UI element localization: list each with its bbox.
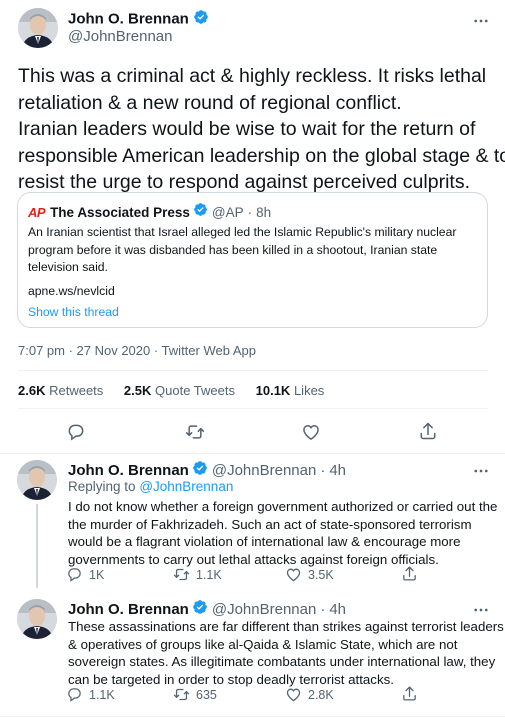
quoted-text-line: television said.	[28, 260, 108, 274]
engagement-stats: 2.6K Retweets 2.5K Quote Tweets 10.1K Li…	[18, 383, 324, 398]
tweet-timestamp[interactable]: 7:07 pm · 27 Nov 2020 · Twitter Web App	[18, 343, 256, 358]
tweet-text-line: Iranian leaders would be wise to wait fo…	[18, 118, 476, 140]
retweet-count: 1.1K	[196, 567, 222, 582]
more-options-icon[interactable]	[472, 12, 490, 35]
verified-badge-icon	[192, 460, 208, 481]
reply-author-handle[interactable]: @JohnBrennan	[212, 601, 316, 618]
quoted-author-handle: @AP	[211, 204, 244, 220]
reply-time[interactable]: 4h	[329, 601, 346, 618]
quoted-author-name: The Associated Press	[50, 204, 190, 220]
retweet-icon	[173, 688, 190, 701]
divider	[18, 370, 488, 371]
tweet-text-line: responsible American leadership on the g…	[18, 144, 505, 167]
replying-to-link[interactable]: @JohnBrennan	[139, 479, 233, 494]
avatar-portrait-icon	[18, 8, 58, 48]
reply-text-line: can be targeted in order to stop deadly …	[68, 671, 394, 687]
like-count: 3.5K	[308, 567, 334, 582]
reply-text-line: & operatives of groups like al-Qaida & I…	[68, 636, 458, 652]
tweet-text-line: This was a criminal act & highly reckles…	[18, 65, 487, 87]
author-avatar[interactable]	[18, 8, 58, 48]
reply-icon	[68, 424, 84, 441]
avatar-portrait-icon	[17, 599, 57, 639]
retweet-icon	[173, 568, 190, 581]
more-options-icon[interactable]	[472, 462, 490, 485]
retweets-label: Retweets	[49, 383, 104, 398]
reply-author-name[interactable]: John O. Brennan	[68, 462, 189, 479]
separator-dot: ·	[247, 204, 253, 220]
verified-badge-icon	[192, 599, 208, 620]
share-button[interactable]	[401, 565, 418, 587]
retweet-count: 635	[196, 687, 217, 702]
reply-count: 1K	[89, 567, 105, 582]
share-icon	[403, 566, 416, 581]
likes-label: Likes	[293, 383, 325, 398]
ap-logo-icon: AP	[28, 204, 46, 220]
like-button[interactable]: 2.8K	[285, 686, 334, 703]
heart-icon	[286, 688, 301, 702]
share-button[interactable]	[418, 421, 438, 446]
quoted-time: 8h	[256, 204, 272, 220]
divider	[0, 453, 505, 454]
likes-stat[interactable]: 10.1K Likes	[256, 383, 325, 398]
reply-text-line: would be a flagrant violation of interna…	[68, 534, 461, 549]
tweet-text: This was a criminal act & highly reckles…	[18, 63, 505, 196]
separator-dot: ·	[320, 601, 326, 618]
reply-text-line: sovereign states. As illegitimate combat…	[68, 654, 496, 669]
tweet-text-line: retaliation & a new round of regional co…	[18, 91, 402, 114]
author-handle[interactable]: @JohnBrennan	[68, 28, 172, 45]
reply-avatar[interactable]	[17, 599, 57, 639]
likes-value: 10.1K	[255, 383, 291, 398]
like-button[interactable]: 3.5K	[285, 566, 334, 583]
quoted-text-line: An Iranian scientist that Israel alleged…	[28, 225, 457, 239]
reply-time[interactable]: 4h	[329, 462, 346, 479]
quoted-text-line: program before it was disbanded has been…	[28, 242, 438, 257]
show-thread-link[interactable]: Show this thread	[28, 305, 119, 319]
like-button[interactable]	[301, 422, 321, 447]
quotes-value: 2.5K	[123, 383, 152, 398]
reply-text: These assassinations are far different t…	[68, 618, 504, 688]
reply-icon	[68, 688, 81, 702]
retweet-button[interactable]: 1.1K	[173, 566, 222, 583]
reply-text: I do not know whether a foreign governme…	[68, 498, 498, 568]
reply-author-handle[interactable]: @JohnBrennan	[212, 462, 316, 479]
verified-badge-icon	[193, 202, 208, 222]
avatar-portrait-icon	[17, 460, 57, 500]
reply-text-line: These assassinations are far different t…	[68, 619, 504, 634]
thread-line	[36, 504, 38, 588]
divider	[18, 408, 488, 409]
divider	[0, 716, 505, 717]
like-count: 2.8K	[308, 687, 334, 702]
reply-text-line: I do not know whether a foreign governme…	[68, 499, 498, 514]
quoted-tweet-card[interactable]: AP The Associated Press @AP · 8h An Iran…	[17, 192, 488, 328]
reply-icon	[68, 568, 81, 582]
share-button[interactable]	[401, 685, 418, 707]
heart-icon	[303, 424, 319, 440]
quotes-stat[interactable]: 2.5K Quote Tweets	[124, 383, 239, 398]
separator-dot: ·	[320, 462, 326, 479]
reply-count: 1.1K	[89, 687, 115, 702]
quotes-label: Quote Tweets	[155, 383, 235, 398]
share-icon	[403, 686, 416, 701]
reply-avatar[interactable]	[17, 460, 57, 500]
quoted-text: An Iranian scientist that Israel alleged…	[28, 224, 484, 277]
author-name[interactable]: John O. Brennan	[68, 11, 189, 28]
retweets-value: 2.6K	[18, 383, 46, 398]
heart-icon	[286, 568, 301, 582]
reply-button[interactable]: 1.1K	[66, 686, 115, 703]
retweet-button[interactable]: 635	[173, 686, 217, 703]
share-icon	[420, 422, 436, 440]
retweets-stat[interactable]: 2.6K Retweets	[18, 383, 107, 398]
verified-badge-icon	[193, 9, 209, 30]
reply-button[interactable]	[66, 422, 86, 447]
reply-button[interactable]: 1K	[66, 566, 104, 583]
retweet-button[interactable]	[185, 422, 205, 447]
reply-text-line: the murder of Fakhrizadeh. Such an act o…	[68, 516, 472, 532]
reply-text-line: governments to carry out lethal attacks …	[68, 551, 439, 567]
reply-author-name[interactable]: John O. Brennan	[68, 601, 189, 618]
retweet-icon	[185, 425, 205, 439]
replying-to-prefix: Replying to	[68, 479, 136, 494]
quoted-link[interactable]: apne.ws/nevlcid	[28, 284, 115, 298]
